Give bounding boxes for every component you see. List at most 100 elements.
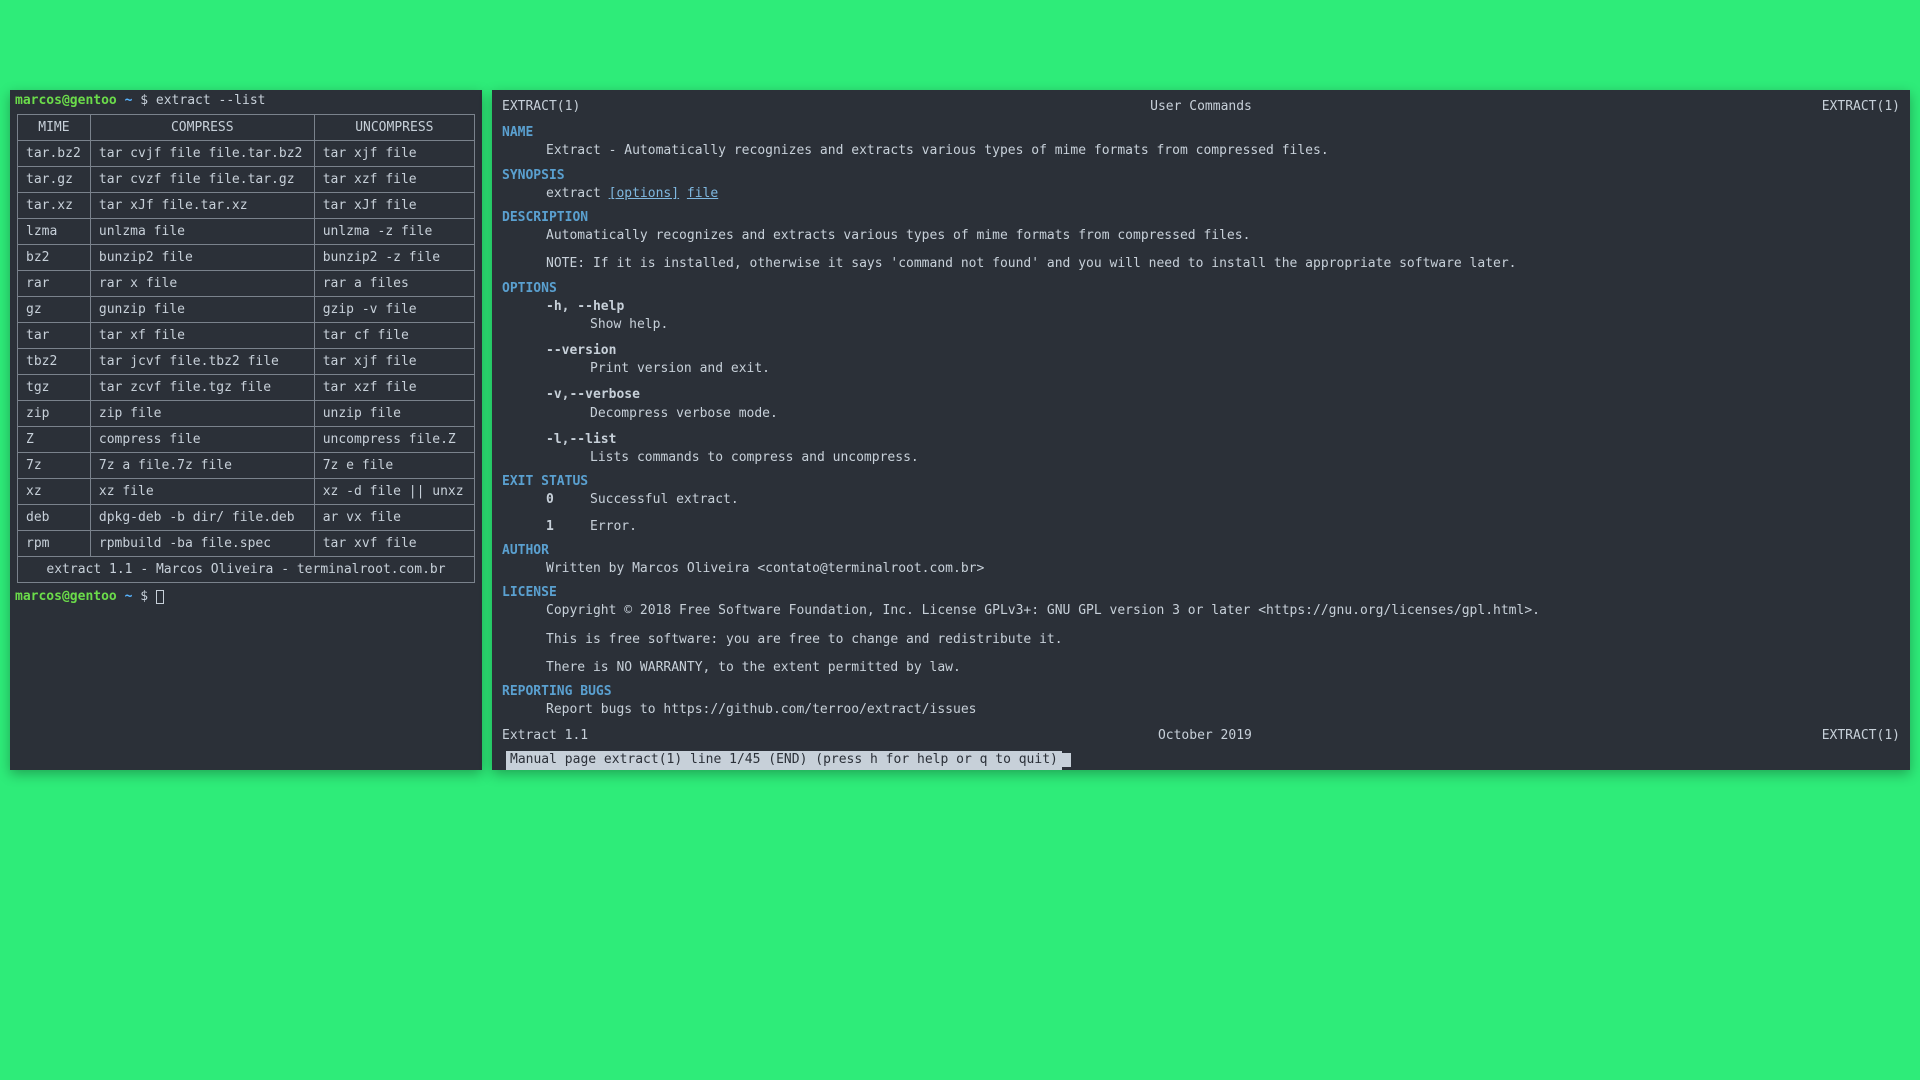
table-cell: xz -d file || unxz (314, 479, 474, 505)
table-cell: compress file (90, 427, 314, 453)
table-row: debdpkg-deb -b dir/ file.debar vx file (18, 505, 475, 531)
bugs-text: Report bugs to https://github.com/terroo… (502, 701, 1900, 719)
exit-code-0: 0 (546, 491, 590, 509)
table-cell: tar zcvf file.tgz file (90, 375, 314, 401)
option-verbose: -v,--verbose (502, 386, 1900, 404)
man-footer: Extract 1.1 October 2019 EXTRACT(1) (502, 725, 1900, 747)
col-uncompress: UNCOMPRESS (314, 115, 474, 141)
table-row: tar.xztar xJf file.tar.xztar xJf file (18, 193, 475, 219)
table-row: 7z7z a file.7z file7z e file (18, 453, 475, 479)
table-cell: unlzma -z file (314, 219, 474, 245)
left-terminal[interactable]: marcos@gentoo ~ $ extract --list MIME CO… (10, 90, 482, 770)
table-row: tgztar zcvf file.tgz filetar xzf file (18, 375, 475, 401)
table-cell: tar xzf file (314, 375, 474, 401)
synopsis-cmd: extract (546, 186, 601, 201)
cursor-icon (1062, 753, 1071, 767)
table-cell: Z (18, 427, 91, 453)
table-cell: gunzip file (90, 297, 314, 323)
table-cell: tar xzf file (314, 167, 474, 193)
table-cell: 7z a file.7z file (90, 453, 314, 479)
option-list-desc: Lists commands to compress and uncompres… (502, 449, 1900, 467)
table-cell: lzma (18, 219, 91, 245)
table-cell: tar (18, 323, 91, 349)
table-cell: xz file (90, 479, 314, 505)
table-footer: extract 1.1 - Marcos Oliveira - terminal… (18, 557, 475, 583)
exit-desc-1: Error. (590, 518, 637, 536)
man-head-right: EXTRACT(1) (1822, 98, 1900, 116)
man-header: EXTRACT(1) User Commands EXTRACT(1) (502, 96, 1900, 118)
command-text: extract --list (156, 93, 266, 108)
table-cell: tar xJf file (314, 193, 474, 219)
table-row: tar.gztar cvzf file file.tar.gztar xzf f… (18, 167, 475, 193)
table-row: gzgunzip filegzip -v file (18, 297, 475, 323)
table-cell: tar cvjf file file.tar.bz2 (90, 141, 314, 167)
table-cell: tar xvf file (314, 531, 474, 557)
option-help: -h, --help (502, 298, 1900, 316)
table-cell: 7z (18, 453, 91, 479)
prompt-dollar: $ (140, 589, 148, 604)
table-cell: tar xjf file (314, 141, 474, 167)
table-row: lzmaunlzma fileunlzma -z file (18, 219, 475, 245)
license-text-2: This is free software: you are free to c… (502, 631, 1900, 649)
table-cell: gzip -v file (314, 297, 474, 323)
table-row: rarrar x filerar a files (18, 271, 475, 297)
man-foot-right: EXTRACT(1) (1822, 727, 1900, 745)
synopsis-file: file (687, 186, 718, 201)
option-version-desc: Print version and exit. (502, 360, 1900, 378)
col-mime: MIME (18, 115, 91, 141)
table-cell: unlzma file (90, 219, 314, 245)
table-cell: rar x file (90, 271, 314, 297)
prompt-path: ~ (125, 589, 133, 604)
table-cell: bz2 (18, 245, 91, 271)
table-cell: tar cvzf file file.tar.gz (90, 167, 314, 193)
license-text-3: There is NO WARRANTY, to the extent perm… (502, 659, 1900, 677)
right-terminal-manpage[interactable]: EXTRACT(1) User Commands EXTRACT(1) NAME… (492, 90, 1910, 770)
table-cell: rpmbuild -ba file.spec (90, 531, 314, 557)
prompt-host: gentoo (70, 93, 117, 108)
option-help-desc: Show help. (502, 316, 1900, 334)
table-cell: ar vx file (314, 505, 474, 531)
table-row: tbz2tar jcvf file.tbz2 filetar xjf file (18, 349, 475, 375)
table-cell: tar xjf file (314, 349, 474, 375)
table-cell: uncompress file.Z (314, 427, 474, 453)
section-bugs: REPORTING BUGS (502, 683, 1900, 701)
table-cell: bunzip2 file (90, 245, 314, 271)
cursor-icon (156, 590, 164, 604)
exit-row-0: 0 Successful extract. (502, 491, 1900, 509)
table-cell: tbz2 (18, 349, 91, 375)
man-head-left: EXTRACT(1) (502, 98, 580, 116)
extract-list-table: MIME COMPRESS UNCOMPRESS tar.bz2tar cvjf… (17, 114, 475, 583)
section-description: DESCRIPTION (502, 209, 1900, 227)
man-status-text: Manual page extract(1) line 1/45 (END) (… (506, 751, 1062, 769)
exit-desc-0: Successful extract. (590, 491, 739, 509)
prompt-at: @ (62, 93, 70, 108)
table-cell: dpkg-deb -b dir/ file.deb (90, 505, 314, 531)
man-foot-center: October 2019 (1158, 727, 1252, 745)
table-row: bz2bunzip2 filebunzip2 -z file (18, 245, 475, 271)
table-row: zipzip fileunzip file (18, 401, 475, 427)
author-text: Written by Marcos Oliveira <contato@term… (502, 560, 1900, 578)
man-foot-left: Extract 1.1 (502, 727, 588, 745)
table-cell: tar cf file (314, 323, 474, 349)
table-cell: tar xf file (90, 323, 314, 349)
section-license: LICENSE (502, 584, 1900, 602)
option-verbose-desc: Decompress verbose mode. (502, 405, 1900, 423)
prompt-user: marcos (15, 93, 62, 108)
table-cell: tar jcvf file.tbz2 file (90, 349, 314, 375)
prompt-dollar: $ (140, 93, 148, 108)
table-cell: tar.xz (18, 193, 91, 219)
prompt-user: marcos (15, 589, 62, 604)
table-cell: gz (18, 297, 91, 323)
table-cell: rpm (18, 531, 91, 557)
man-status-bar: Manual page extract(1) line 1/45 (END) (… (502, 747, 1900, 769)
name-text: Extract - Automatically recognizes and e… (502, 142, 1900, 160)
license-text-1: Copyright © 2018 Free Software Foundatio… (502, 602, 1900, 620)
prompt-line-bottom[interactable]: marcos@gentoo ~ $ (11, 587, 481, 606)
synopsis-line: extract [options] file (502, 185, 1900, 203)
table-cell: deb (18, 505, 91, 531)
description-note: NOTE: If it is installed, otherwise it s… (502, 255, 1900, 273)
prompt-host: gentoo (70, 589, 117, 604)
table-row: rpmrpmbuild -ba file.spectar xvf file (18, 531, 475, 557)
description-text: Automatically recognizes and extracts va… (502, 227, 1900, 245)
table-cell: xz (18, 479, 91, 505)
